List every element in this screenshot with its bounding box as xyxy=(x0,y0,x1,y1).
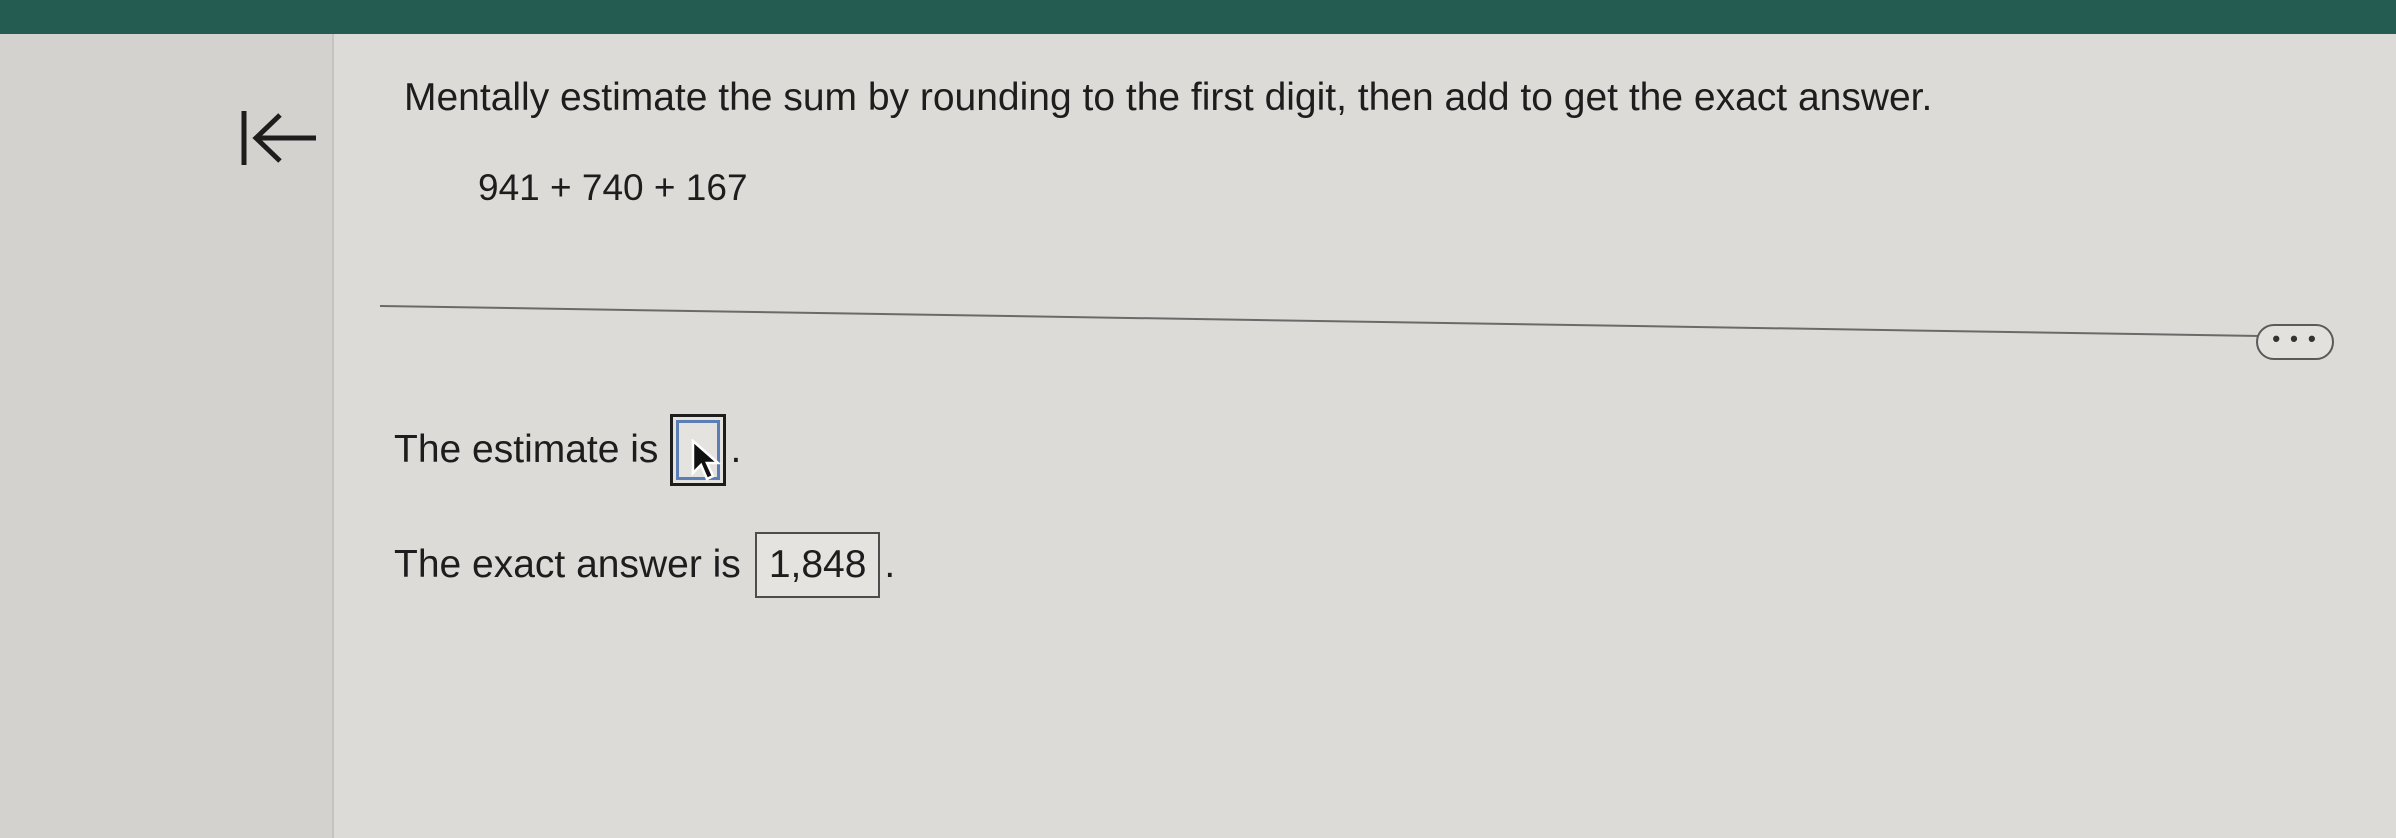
estimate-input[interactable] xyxy=(670,414,727,486)
question-prompt: Mentally estimate the sum by rounding to… xyxy=(404,76,1933,119)
estimate-row: The estimate is . xyxy=(394,414,741,486)
more-options-button[interactable]: • • • xyxy=(2256,324,2334,360)
exact-label: The exact answer is xyxy=(394,543,741,586)
collapse-left-icon[interactable] xyxy=(236,103,322,173)
estimate-label: The estimate is xyxy=(394,428,659,471)
estimate-period: . xyxy=(730,428,742,471)
exact-period: . xyxy=(884,543,896,586)
exact-row: The exact answer is 1,848 . xyxy=(394,532,895,598)
section-divider xyxy=(380,305,2260,337)
top-header-bar xyxy=(0,0,2396,34)
mouse-pointer-icon xyxy=(692,439,722,481)
exact-answer-box[interactable]: 1,848 xyxy=(754,532,881,598)
sum-expression: 941 + 740 + 167 xyxy=(478,167,748,208)
